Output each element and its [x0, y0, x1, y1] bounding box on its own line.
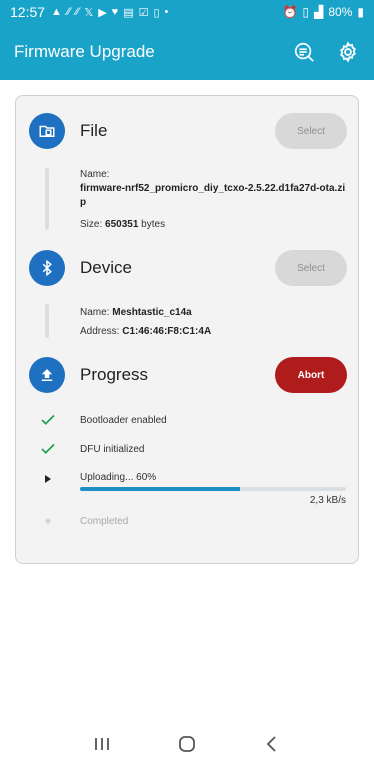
file-size-label: Size: [80, 219, 103, 230]
file-name-value: firmware-nrf52_promicro_diy_tcxo-2.5.22.… [80, 183, 346, 208]
recents-button[interactable] [86, 728, 118, 760]
upload-progress-fill [80, 487, 240, 491]
status-time: 12:57 [10, 4, 46, 20]
vibrate-icon: ▯ [302, 5, 310, 19]
home-button[interactable] [171, 728, 203, 760]
play-arrow-icon [38, 469, 58, 489]
step-dfu: DFU initialized [38, 439, 348, 459]
device-address-label: Address: [80, 326, 120, 337]
status-bar: 12:57 ▲ ⁄⁄ ⁄⁄ 𝕏 ▶ ♥ ▤ ☑ ▯ • ⏰ ▯ ▟ 80% ▮ [0, 0, 374, 24]
system-nav-bar [0, 720, 374, 768]
settings-button[interactable] [336, 40, 360, 64]
divider [45, 304, 49, 338]
alarm-icon: ⏰ [282, 5, 298, 19]
back-button[interactable] [256, 728, 288, 760]
divider [45, 168, 49, 230]
step-label: Completed [80, 515, 129, 527]
progress-section-title: Progress [80, 365, 149, 384]
folder-icon [29, 113, 65, 149]
signal-icon: ▟ [314, 5, 324, 19]
firmware-card: File Select Name: firmware-nrf52_promicr… [15, 95, 359, 564]
bluetooth-icon [29, 250, 65, 286]
battery-icon: ▮ [357, 5, 364, 19]
doc-icon: ▤ [123, 6, 134, 19]
notification-icons: ▲ ⁄⁄ ⁄⁄ 𝕏 ▶ ♥ ▤ ☑ ▯ • [51, 6, 168, 19]
device-section-title: Device [80, 258, 132, 277]
file-size-value: 650351 [105, 219, 139, 230]
home-icon [179, 736, 195, 752]
wave-icon: ⁄⁄ [66, 6, 71, 18]
step-completed: Completed [38, 511, 348, 531]
wave-icon: ⁄⁄ [75, 6, 80, 18]
step-label: Bootloader enabled [80, 414, 167, 426]
page-title: Firmware Upgrade [14, 42, 155, 61]
back-icon [266, 736, 276, 752]
check-icon [38, 439, 58, 459]
device-name-value: Meshtastic_c14a [112, 307, 192, 318]
pending-dot-icon [38, 511, 58, 531]
file-section-header: File Select [29, 111, 347, 151]
check-icon [38, 410, 58, 430]
app-bar: Firmware Upgrade [0, 24, 374, 80]
list-search-icon [294, 42, 314, 62]
log-search-button[interactable] [292, 40, 316, 64]
device-details: Name: Meshtastic_c14a Address: C1:46:46:… [80, 305, 350, 340]
recents-icon [95, 738, 110, 750]
youtube-icon: ▶ [98, 6, 107, 19]
step-label: DFU initialized [80, 443, 145, 455]
battery-percent: 80% [328, 5, 353, 19]
select-file-button[interactable]: Select [275, 113, 347, 149]
device-name-label: Name: [80, 307, 110, 318]
x-icon: 𝕏 [84, 6, 94, 19]
gear-icon [340, 41, 356, 63]
abort-button[interactable]: Abort [275, 357, 347, 393]
upload-progress: Uploading... 60% 2,3 kB/s [80, 472, 346, 506]
file-section-title: File [80, 121, 108, 140]
system-icons: ⏰ ▯ ▟ 80% ▮ [283, 5, 364, 19]
select-device-button[interactable]: Select [275, 250, 347, 286]
upload-label: Uploading... 60% [80, 472, 157, 483]
alert-icon: ▲ [51, 6, 62, 18]
upload-icon [29, 357, 65, 393]
file-name-label: Name: [80, 169, 110, 180]
phone-icon: ▯ [153, 6, 160, 19]
calendar-check-icon: ☑ [138, 6, 149, 19]
device-address-value: C1:46:46:F8:C1:4A [122, 326, 212, 337]
heart-icon: ♥ [111, 6, 119, 18]
upload-progress-track [80, 487, 346, 491]
progress-section-header: Progress Abort [29, 355, 347, 395]
file-size-unit: bytes [141, 219, 166, 230]
dot-icon: • [164, 6, 169, 18]
upload-speed: 2,3 kB/s [309, 495, 346, 506]
device-section-header: Device Select [29, 248, 347, 288]
step-bootloader: Bootloader enabled [38, 410, 348, 430]
file-details: Name: firmware-nrf52_promicro_diy_tcxo-2… [80, 168, 350, 232]
